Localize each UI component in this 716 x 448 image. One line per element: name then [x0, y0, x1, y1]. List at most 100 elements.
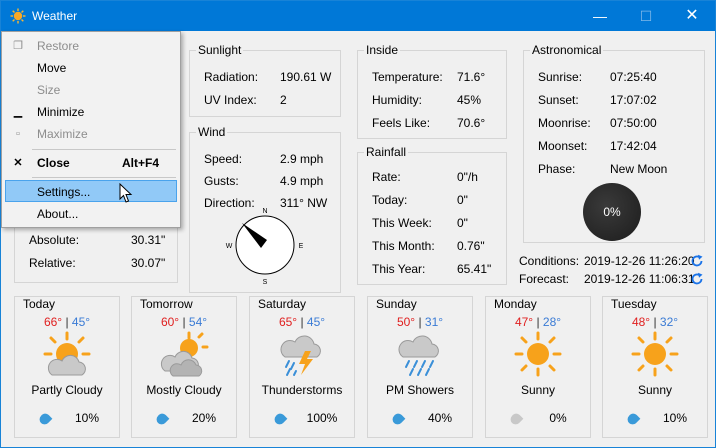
compass-s: S [263, 279, 268, 286]
forecast-day-name: Tuesday [611, 297, 657, 311]
maximize-icon: ▫ [16, 128, 20, 140]
wind-speed-label: Speed: [204, 152, 243, 166]
menu-settings-label: Settings... [37, 185, 91, 199]
forecast-card: Tomorrow 60° | 54° Mostly Cloudy 20% [131, 296, 237, 438]
rain-month-value: 0.76" [457, 239, 485, 253]
radiation-value: 190.61 W [280, 70, 332, 84]
forecast-high-temp: 65° [278, 315, 298, 329]
forecast-updated-value: 2019-12-26 11:06:31 [584, 272, 695, 286]
forecast-temp-separator: | [536, 315, 540, 329]
conditions-updated-label: Conditions: [519, 254, 580, 268]
forecast-precip-chance: 10% [74, 411, 100, 425]
window-title: Weather [32, 9, 78, 23]
inside-humidity-label: Humidity: [372, 93, 423, 107]
inside-temperature-value: 71.6° [457, 70, 486, 84]
menu-item-restore[interactable]: ❐ Restore [2, 35, 180, 57]
forecast-temps: 48° | 32° [603, 315, 707, 329]
forecast-high-temp: 66° [43, 315, 63, 329]
sunny-icon [630, 331, 680, 377]
forecast-temp-separator: | [182, 315, 186, 329]
forecast-day-name: Monday [494, 297, 537, 311]
rain-rate-value: 0"/h [457, 170, 478, 184]
forecast-day-name: Today [23, 297, 56, 311]
menu-item-move[interactable]: Move [2, 57, 180, 79]
menu-item-size[interactable]: Size [2, 79, 180, 101]
forecast-low-temp: 45° [306, 315, 326, 329]
rain-today-value: 0" [457, 193, 468, 207]
moon-illumination: 0% [603, 205, 621, 219]
showers-icon [395, 331, 445, 377]
minimize-icon: ▁ [13, 106, 23, 118]
pressure-absolute-value: 30.31" [131, 233, 166, 247]
forecast-updated-label: Forecast: [519, 272, 570, 286]
system-menu: ❐ Restore Move Size ▁ Minimize ▫ Maximiz… [1, 31, 181, 228]
forecast-card: Saturday 65° | 45° Thunderstorms 100% [249, 296, 355, 438]
minimize-button[interactable]: — [577, 1, 623, 31]
forecast-low-temp: 54° [188, 315, 208, 329]
moon-phase-label: Phase: [538, 162, 576, 176]
moonset-value: 17:42:04 [610, 139, 657, 153]
menu-item-maximize[interactable]: ▫ Maximize [2, 123, 180, 145]
title-bar[interactable]: Weather — ☐ ✕ [1, 1, 715, 31]
forecast-condition: Mostly Cloudy [146, 383, 222, 397]
sunrise-label: Sunrise: [538, 70, 583, 84]
moonset-label: Moonset: [538, 139, 588, 153]
mostly-cloudy-icon [159, 331, 209, 377]
sunlight-legend: Sunlight [198, 43, 242, 57]
menu-item-about[interactable]: About... [2, 203, 180, 225]
menu-item-close[interactable]: ✕ Close Alt+F4 [2, 152, 180, 174]
wind-gusts-label: Gusts: [204, 174, 239, 188]
menu-item-settings[interactable]: Settings... [5, 180, 177, 202]
wind-speed-value: 2.9 mph [280, 152, 324, 166]
forecast-temps: 65° | 45° [250, 315, 354, 329]
menu-item-minimize[interactable]: ▁ Minimize [2, 101, 180, 123]
forecast-temp-separator: | [300, 315, 304, 329]
rainfall-legend: Rainfall [366, 145, 407, 159]
sunset-label: Sunset: [538, 93, 579, 107]
forecast-condition: Sunny [637, 383, 673, 397]
moonrise-label: Moonrise: [538, 116, 591, 130]
mouse-cursor-icon [119, 183, 133, 203]
radiation-label: Radiation: [204, 70, 259, 84]
forecast-day-name: Saturday [258, 297, 307, 311]
refresh-forecast-icon[interactable] [690, 272, 704, 286]
conditions-updated-value: 2019-12-26 11:26:20 [584, 254, 695, 268]
forecast-precip-chance: 10% [662, 411, 688, 425]
rain-year-label: This Year: [372, 262, 426, 276]
close-button[interactable]: ✕ [669, 1, 715, 31]
forecast-precip-chance: 100% [306, 411, 338, 425]
forecast-card: Sunday 50° | 31° PM Showers 40% [367, 296, 473, 438]
astronomical-legend: Astronomical [532, 43, 602, 57]
rain-year-value: 65.41" [457, 262, 492, 276]
forecast-high-temp: 47° [514, 315, 534, 329]
forecast-low-temp: 31° [424, 315, 444, 329]
forecast-card: Monday 47° | 28° Sunny 0% [485, 296, 591, 438]
moon-phase-value: New Moon [610, 162, 668, 176]
menu-separator [32, 177, 176, 178]
forecast-day-name: Tomorrow [140, 297, 193, 311]
rain-week-value: 0" [457, 216, 468, 230]
sun-app-icon[interactable] [10, 8, 26, 24]
maximize-button[interactable]: ☐ [623, 1, 669, 31]
refresh-conditions-icon[interactable] [690, 254, 704, 268]
partly-cloudy-icon [42, 331, 92, 377]
inside-temperature-label: Temperature: [372, 70, 443, 84]
menu-about-label: About... [37, 207, 79, 221]
menu-close-shortcut: Alt+F4 [122, 156, 160, 170]
forecast-low-temp: 32° [659, 315, 679, 329]
forecast-precip-chance: 0% [549, 411, 567, 425]
forecast-temp-separator: | [65, 315, 69, 329]
inside-legend: Inside [366, 43, 399, 57]
uv-index-value: 2 [280, 93, 287, 107]
compass-e: E [299, 243, 304, 250]
forecast-temp-separator: | [418, 315, 422, 329]
forecast-low-temp: 45° [71, 315, 91, 329]
menu-maximize-label: Maximize [37, 127, 88, 141]
forecast-high-temp: 60° [160, 315, 180, 329]
pressure-relative-value: 30.07" [131, 256, 166, 270]
moonrise-value: 07:50:00 [610, 116, 657, 130]
rain-rate-label: Rate: [372, 170, 401, 184]
inside-feels-value: 70.6° [457, 116, 486, 130]
compass-w: W [226, 243, 233, 250]
menu-move-label: Move [37, 61, 67, 75]
